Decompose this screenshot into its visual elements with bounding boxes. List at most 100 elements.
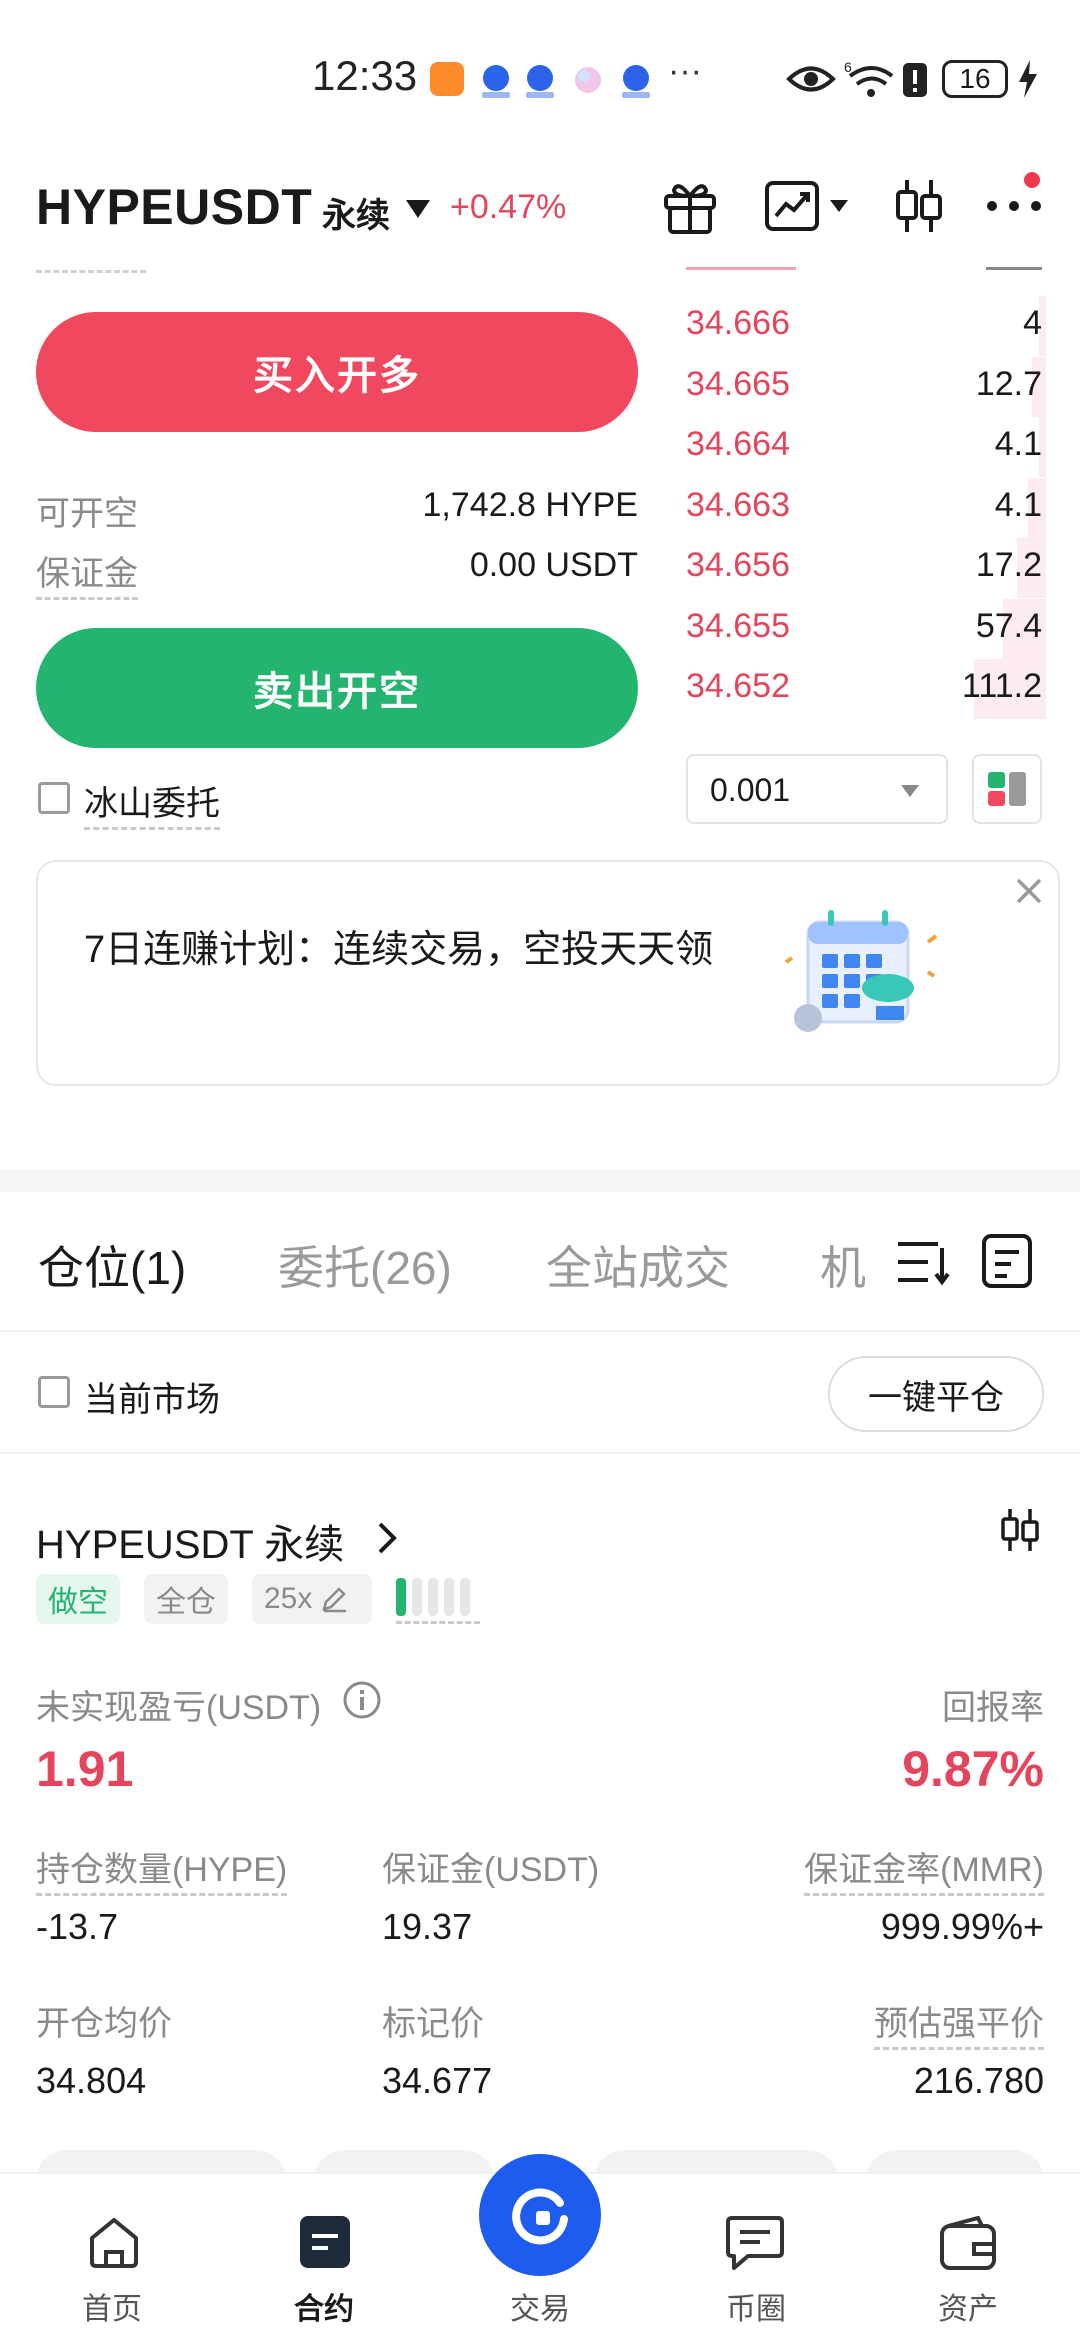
orderbook-ask-row[interactable]: 34.665 12.7 <box>686 356 1046 417</box>
orderbook-partial-row <box>686 262 1046 276</box>
document-icon[interactable] <box>980 1232 1034 1290</box>
liquidation-price-value: 216.780 <box>913 2060 1044 2101</box>
ask-price: 34.664 <box>686 425 790 463</box>
notification-dot <box>1024 172 1040 188</box>
home-icon <box>90 2218 138 2268</box>
nav-label: 合约 <box>294 2293 354 2326</box>
promo-text: 7日连赚计划：连续交易，空投天天领 <box>84 929 714 971</box>
orderbook-ask-row[interactable]: 34.655 57.4 <box>686 598 1046 659</box>
position-size-label[interactable]: 持仓数量(HYPE) <box>36 1842 288 1896</box>
precision-value: 0.001 <box>710 772 791 808</box>
close-all-label: 一键平仓 <box>868 1378 1004 1417</box>
tab-orders[interactable]: 委托(26) <box>278 1232 452 1298</box>
adl-indicator[interactable] <box>396 1574 480 1624</box>
ask-quantity: 12.7 <box>975 364 1042 403</box>
close-all-button[interactable]: 一键平仓 <box>828 1356 1044 1432</box>
nav-label: 资产 <box>938 2293 998 2326</box>
leverage-tag[interactable]: 25x <box>252 1574 372 1624</box>
wallet-icon <box>940 2216 996 2270</box>
contract-type[interactable]: 永续 <box>322 188 390 237</box>
position-symbol[interactable]: HYPEUSDT 永续 <box>36 1512 344 1570</box>
available-short-value: 1,742.8 HYPE <box>422 486 638 524</box>
chart-menu-caret-icon[interactable] <box>828 198 850 214</box>
unrealized-pnl-value: 1.91 <box>36 1741 134 1797</box>
iceberg-checkbox[interactable] <box>38 782 70 814</box>
liquidation-price-label[interactable]: 预估强平价 <box>874 1996 1044 2050</box>
entry-price-value: 34.804 <box>36 2060 147 2101</box>
ask-quantity: 4.1 <box>994 485 1042 524</box>
baidu-notification-icon <box>526 65 554 98</box>
position-margin-value: 19.37 <box>382 1906 473 1947</box>
mmr-value: 999.99%+ <box>880 1906 1044 1947</box>
tab-more[interactable]: 机 <box>820 1232 870 1298</box>
chevron-right-icon[interactable] <box>376 1520 398 1556</box>
status-bar: 12:33 ··· 6 16 <box>0 0 1080 160</box>
candlestick-icon[interactable] <box>892 176 946 236</box>
orderbook-ask-row[interactable]: 34.656 17.2 <box>686 538 1046 598</box>
ask-price: 34.655 <box>686 606 790 645</box>
nav-community[interactable]: 币圈 <box>648 2172 864 2340</box>
precision-select[interactable]: 0.001 <box>686 754 948 824</box>
buy-long-button[interactable]: 买入开多 <box>36 312 638 432</box>
orderbook-ask-row[interactable]: 34.666 4 <box>686 296 1046 356</box>
margin-label[interactable]: 保证金 <box>36 546 138 600</box>
ask-quantity: 4.1 <box>994 425 1042 463</box>
nav-home[interactable]: 首页 <box>4 2172 220 2340</box>
nav-assets[interactable]: 资产 <box>860 2172 1076 2340</box>
chart-line-icon[interactable] <box>764 178 820 234</box>
ask-price: 34.663 <box>686 485 790 524</box>
sort-icon[interactable] <box>894 1234 954 1290</box>
orderbook-layout-button[interactable] <box>972 754 1042 824</box>
candlestick-icon[interactable] <box>998 1506 1042 1554</box>
leverage-value: 25x <box>264 1582 313 1615</box>
current-market-checkbox[interactable] <box>38 1376 70 1408</box>
entry-price-label: 开仓均价 <box>36 2005 172 2043</box>
battery-icon: 16 <box>942 60 1008 98</box>
promo-banner[interactable]: 7日连赚计划：连续交易，空投天天领 <box>36 860 1060 1086</box>
tab-trades[interactable]: 全站成交 <box>546 1232 730 1298</box>
trade-fab[interactable] <box>479 2154 601 2276</box>
ask-price: 34.665 <box>686 364 790 403</box>
mmr-label[interactable]: 保证金率(MMR) <box>804 1842 1044 1896</box>
color-ball-icon <box>575 67 601 93</box>
roe-label: 回报率 <box>942 1689 1044 1727</box>
ask-price: 34.656 <box>686 546 790 584</box>
nav-trade[interactable]: 交易 <box>432 2154 648 2340</box>
edit-icon <box>322 1587 347 1613</box>
orderbook-ask-row[interactable]: 34.652 111.2 <box>686 659 1046 719</box>
precision-caret-icon <box>901 785 919 797</box>
tab-positions[interactable]: 仓位(1) <box>38 1232 186 1298</box>
nav-contract[interactable]: 合约 <box>216 2172 432 2340</box>
baidu-notification-icon <box>482 65 510 98</box>
ask-quantity: 4 <box>1023 304 1042 342</box>
unrealized-pnl-label: 未实现盈亏(USDT) <box>36 1689 322 1727</box>
sell-short-button[interactable]: 卖出开空 <box>36 628 638 748</box>
info-icon[interactable] <box>342 1680 382 1720</box>
calendar-illustration-icon <box>784 910 938 1032</box>
more-notifications-icon: ··· <box>668 52 702 90</box>
available-short-label: 可开空 <box>36 495 138 533</box>
current-market-label[interactable]: 当前市场 <box>84 1372 220 1421</box>
baidu-notification-icon <box>622 65 650 98</box>
iceberg-order-label[interactable]: 冰山委托 <box>84 776 220 830</box>
ask-quantity: 57.4 <box>975 606 1042 645</box>
ask-price: 34.652 <box>686 667 790 705</box>
nav-label: 交易 <box>510 2293 570 2326</box>
more-icon[interactable] <box>986 198 1042 214</box>
close-icon[interactable] <box>1014 876 1044 906</box>
symbol-title[interactable]: HYPEUSDT <box>36 178 312 236</box>
mark-price-value: 34.677 <box>382 2060 493 2101</box>
gift-icon[interactable] <box>660 176 720 236</box>
orderbook-ask-row[interactable]: 34.663 4.1 <box>686 477 1046 538</box>
caret-down-icon[interactable] <box>404 198 432 220</box>
battery-level: 16 <box>959 63 991 94</box>
divider <box>0 1452 1080 1454</box>
section-separator <box>0 1170 1080 1192</box>
orderbook-ask-row[interactable]: 34.664 4.1 <box>686 417 1046 477</box>
roe-value: 9.87% <box>902 1741 1044 1797</box>
mark-price-label: 标记价 <box>382 2005 484 2043</box>
ask-quantity: 17.2 <box>975 546 1042 584</box>
side-tag: 做空 <box>36 1574 120 1624</box>
community-icon <box>726 2216 784 2270</box>
ask-quantity: 111.2 <box>961 667 1042 705</box>
